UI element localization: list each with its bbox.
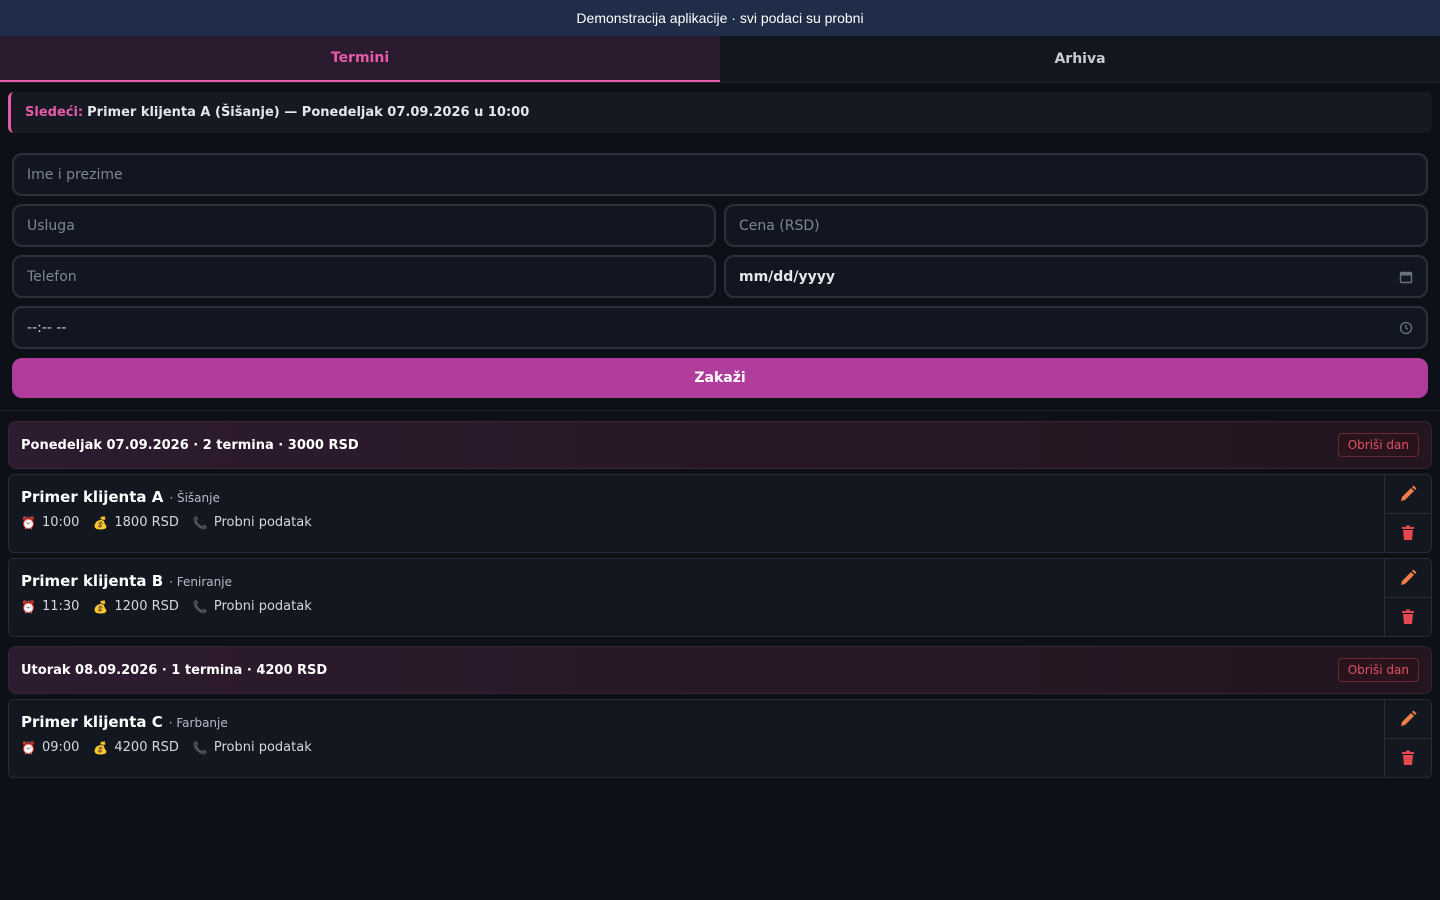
appointment-price: 4200 RSD bbox=[114, 740, 179, 755]
time-value: --:-- -- bbox=[27, 319, 67, 336]
tab-arhiva[interactable]: Arhiva bbox=[720, 36, 1440, 82]
day-summary: Utorak 08.09.2026 · 1 termina · 4200 RSD bbox=[21, 662, 328, 678]
appointment-form: Ime i prezime Usluga Cena (RSD) Telefon … bbox=[0, 143, 1440, 411]
trash-icon bbox=[1402, 609, 1414, 624]
day-summary: Ponedeljak 07.09.2026 · 2 termina · 3000… bbox=[21, 437, 359, 453]
phone-icon: 📞 bbox=[192, 515, 208, 530]
service-name: · Farbanje bbox=[168, 716, 228, 730]
service-input[interactable]: Usluga bbox=[12, 204, 716, 247]
appointment-time: 09:00 bbox=[41, 740, 80, 755]
appointment-card: Primer klijenta B · Feniranje ⏰ 11:30 💰 12… bbox=[8, 558, 1432, 637]
client-name: Primer klijenta C bbox=[21, 713, 163, 731]
service-name: · Šišanje bbox=[169, 491, 220, 505]
appointment-time: 10:00 bbox=[41, 515, 80, 530]
date-input[interactable]: mm/dd/yyyy bbox=[724, 255, 1428, 298]
date-value: mm/dd/yyyy bbox=[739, 268, 835, 285]
appointment-price: 1200 RSD bbox=[114, 599, 179, 614]
phone-icon: 📞 bbox=[192, 740, 208, 755]
alarm-clock-icon: ⏰ bbox=[21, 515, 36, 530]
phone-icon: 📞 bbox=[192, 599, 208, 614]
pencil-icon bbox=[1401, 710, 1417, 726]
demo-banner: Demonstracija aplikacije · svi podaci su… bbox=[0, 0, 1440, 36]
time-input[interactable]: --:-- -- bbox=[12, 306, 1428, 349]
appointment-card: Primer klijenta A · Šišanje ⏰ 10:00 💰 1800… bbox=[8, 474, 1432, 553]
edit-button[interactable] bbox=[1385, 700, 1431, 739]
phone-input[interactable]: Telefon bbox=[12, 255, 716, 298]
calendar-icon[interactable] bbox=[1399, 270, 1413, 284]
delete-day-button[interactable]: Obriši dan bbox=[1337, 433, 1419, 457]
tab-bar: Termini Arhiva bbox=[0, 36, 1440, 83]
appointment-time: 11:30 bbox=[41, 599, 80, 614]
appointment-phone: Probni podatak bbox=[213, 515, 312, 530]
appointment-phone: Probni podatak bbox=[213, 599, 312, 614]
edit-button[interactable] bbox=[1385, 475, 1431, 514]
pencil-icon bbox=[1401, 485, 1417, 501]
next-appointment-banner: Sledeći: Primer klijenta A (Šišanje) — P… bbox=[8, 92, 1432, 133]
client-name: Primer klijenta A bbox=[21, 488, 164, 506]
submit-button[interactable]: Zakaži bbox=[12, 358, 1428, 398]
tab-termini[interactable]: Termini bbox=[0, 36, 720, 82]
trash-icon bbox=[1402, 525, 1414, 540]
pencil-icon bbox=[1401, 569, 1417, 585]
day-header: Utorak 08.09.2026 · 1 termina · 4200 RSD… bbox=[8, 646, 1432, 694]
money-bag-icon: 💰 bbox=[93, 515, 109, 530]
name-input[interactable]: Ime i prezime bbox=[12, 153, 1428, 196]
day-header: Ponedeljak 07.09.2026 · 2 termina · 3000… bbox=[8, 421, 1432, 469]
delete-button[interactable] bbox=[1385, 514, 1431, 552]
next-label: Sledeći: bbox=[25, 105, 84, 120]
money-bag-icon: 💰 bbox=[93, 740, 109, 755]
price-input[interactable]: Cena (RSD) bbox=[724, 204, 1428, 247]
delete-button[interactable] bbox=[1385, 598, 1431, 636]
client-name: Primer klijenta B bbox=[21, 572, 164, 590]
alarm-clock-icon: ⏰ bbox=[21, 740, 36, 755]
money-bag-icon: 💰 bbox=[93, 599, 109, 614]
appointment-list: Ponedeljak 07.09.2026 · 2 termina · 3000… bbox=[0, 411, 1440, 778]
trash-icon bbox=[1402, 750, 1414, 765]
edit-button[interactable] bbox=[1385, 559, 1431, 598]
next-text: Primer klijenta A (Šišanje) — Ponedeljak… bbox=[87, 105, 530, 120]
delete-button[interactable] bbox=[1385, 739, 1431, 777]
appointment-phone: Probni podatak bbox=[213, 740, 312, 755]
clock-icon[interactable] bbox=[1399, 321, 1413, 335]
delete-day-button[interactable]: Obriši dan bbox=[1337, 658, 1419, 682]
appointment-card: Primer klijenta C · Farbanje ⏰ 09:00 💰 420… bbox=[8, 699, 1432, 778]
alarm-clock-icon: ⏰ bbox=[21, 599, 36, 614]
service-name: · Feniranje bbox=[169, 575, 232, 589]
appointment-price: 1800 RSD bbox=[114, 515, 179, 530]
